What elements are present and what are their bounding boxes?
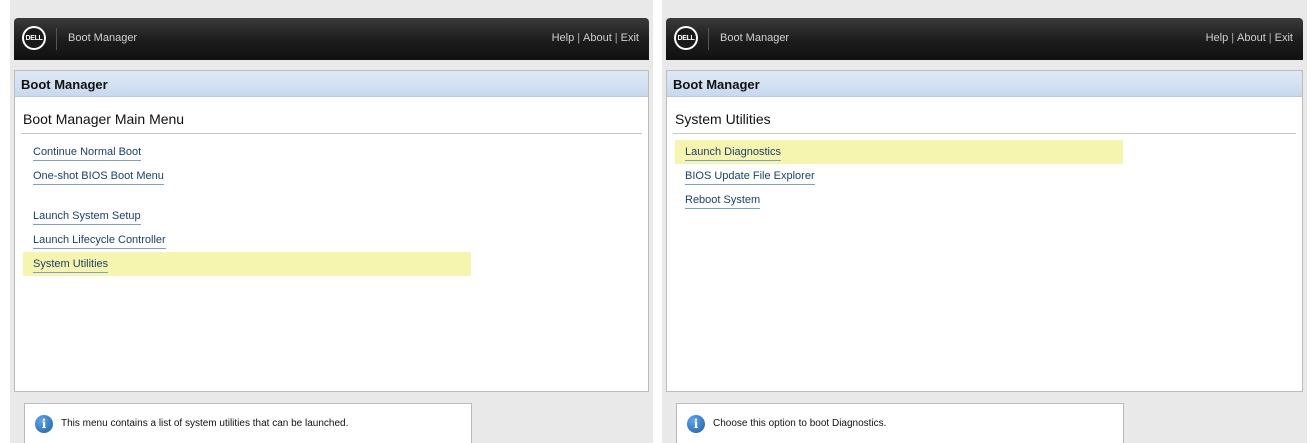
top-bar-links: Help | About | Exit: [1206, 32, 1293, 44]
help-link[interactable]: Help: [552, 32, 575, 44]
about-link[interactable]: About: [1237, 32, 1266, 44]
top-bar-divider: [708, 28, 709, 50]
menu-spacer: [23, 188, 648, 204]
title-divider: [673, 133, 1296, 134]
page-title: Boot Manager Main Menu: [23, 111, 185, 127]
dell-logo-text: DELL: [24, 28, 44, 48]
help-info-box: i Choose this option to boot Diagnostics…: [676, 403, 1124, 443]
title-divider: [21, 133, 642, 134]
menu-item-label: Reboot System: [685, 194, 761, 209]
help-link[interactable]: Help: [1206, 32, 1229, 44]
top-bar: DELL Boot Manager Help | About | Exit: [14, 18, 649, 60]
panel-header: Boot Manager: [15, 71, 648, 97]
menu-item-label: Continue Normal Boot: [33, 146, 142, 161]
top-bar-title: Boot Manager: [720, 32, 790, 44]
top-bar-links: Help | About | Exit: [552, 32, 639, 44]
boot-manager-main-screen: DELL Boot Manager Help | About | Exit Boot M…: [10, 0, 653, 443]
menu-item-label: Launch Diagnostics: [685, 146, 782, 161]
menu-item-continue-normal-boot[interactable]: Continue Normal Boot: [23, 140, 471, 164]
dell-logo: DELL: [22, 26, 46, 50]
help-text: This menu contains a list of system util…: [61, 418, 349, 429]
menu-list: Continue Normal Boot One-shot BIOS Boot …: [15, 140, 648, 276]
info-icon: i: [687, 414, 705, 433]
panel-header: Boot Manager: [667, 71, 1302, 97]
menu-item-reboot-system[interactable]: Reboot System: [675, 188, 1123, 212]
menu-item-bios-update-file-explorer[interactable]: BIOS Update File Explorer: [675, 164, 1123, 188]
menu-item-launch-system-setup[interactable]: Launch System Setup: [23, 204, 471, 228]
menu-item-launch-lifecycle-controller[interactable]: Launch Lifecycle Controller: [23, 228, 471, 252]
link-separator: |: [1268, 32, 1272, 44]
dell-logo-text: DELL: [676, 28, 696, 48]
info-icon: i: [35, 414, 53, 433]
top-bar: DELL Boot Manager Help | About | Exit: [666, 18, 1303, 60]
content-panel: Boot Manager System Utilities Launch Dia…: [666, 70, 1303, 392]
link-separator: |: [577, 32, 581, 44]
top-bar-title: Boot Manager: [68, 32, 138, 44]
menu-item-one-shot-bios-boot-menu[interactable]: One-shot BIOS Boot Menu: [23, 164, 471, 188]
screens: DELL Boot Manager Help | About | Exit Boot M…: [0, 0, 1311, 443]
link-separator: |: [1231, 32, 1235, 44]
top-bar-divider: [56, 28, 57, 50]
menu-item-label: Launch Lifecycle Controller: [33, 234, 166, 249]
content-panel: Boot Manager Boot Manager Main Menu Cont…: [14, 70, 649, 392]
about-link[interactable]: About: [583, 32, 612, 44]
dell-logo: DELL: [674, 26, 698, 50]
system-utilities-screen: DELL Boot Manager Help | About | Exit Boot M…: [662, 0, 1307, 443]
exit-link[interactable]: Exit: [621, 32, 639, 44]
link-separator: |: [614, 32, 618, 44]
exit-link[interactable]: Exit: [1275, 32, 1293, 44]
menu-item-label: System Utilities: [33, 258, 109, 273]
help-text: Choose this option to boot Diagnostics.: [713, 418, 887, 429]
page-title: System Utilities: [675, 111, 771, 127]
menu-item-system-utilities[interactable]: System Utilities: [23, 252, 471, 276]
menu-item-launch-diagnostics[interactable]: Launch Diagnostics: [675, 140, 1123, 164]
menu-item-label: Launch System Setup: [33, 210, 141, 225]
menu-item-label: BIOS Update File Explorer: [685, 170, 815, 185]
menu-list: Launch Diagnostics BIOS Update File Expl…: [667, 140, 1302, 212]
help-info-box: i This menu contains a list of system ut…: [24, 403, 472, 443]
menu-item-label: One-shot BIOS Boot Menu: [33, 170, 164, 185]
